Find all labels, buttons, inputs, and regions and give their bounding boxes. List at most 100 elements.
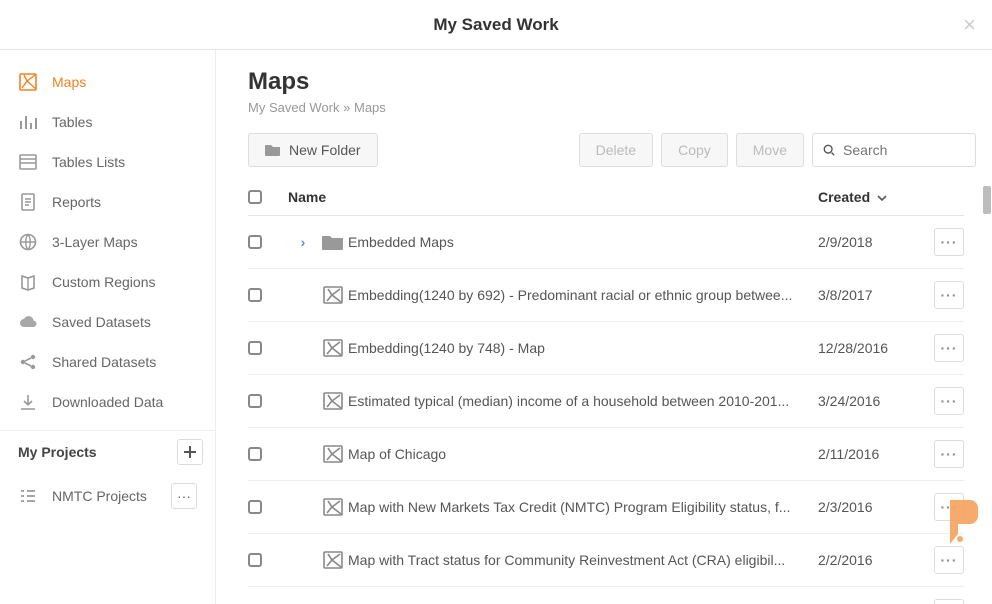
row-more-button[interactable]: ··· [934,387,964,415]
sidebar-item-tables[interactable]: Tables [0,102,215,142]
row-checkbox[interactable] [248,235,262,249]
row-name[interactable]: Embedded Maps [348,234,818,250]
row-created: 2/11/2016 [818,446,924,462]
row-more-button[interactable]: ··· [934,228,964,256]
row-checkbox[interactable] [248,553,262,567]
modal-title: My Saved Work [433,15,558,35]
expand-chevron-icon[interactable]: › [301,234,306,250]
sidebar-item-label: Shared Datasets [52,354,156,370]
sidebar-item-reports[interactable]: Reports [0,182,215,222]
modal-header: My Saved Work × [0,0,992,50]
delete-button[interactable]: Delete [579,133,653,167]
add-project-button[interactable] [177,439,203,465]
sidebar-item-label: Tables [52,114,92,130]
sidebar-item-label: Tables Lists [52,154,125,170]
main-content: Maps My Saved Work » Maps New Folder Del… [216,50,992,604]
row-checkbox[interactable] [248,288,262,302]
breadcrumb: My Saved Work » Maps [248,100,976,115]
table-row: Map with Tract status for Community Rein… [248,534,964,587]
select-all-checkbox[interactable] [248,190,262,204]
table-header: Name Created [248,179,964,216]
row-created: 3/8/2017 [818,287,924,303]
region-icon [18,272,38,292]
search-icon [823,143,835,157]
sidebar: Maps Tables Tables Lists Reports 3-Layer Map… [0,50,216,604]
table-row: Map with New Markets Tax Credit (NMTC) P… [248,481,964,534]
plus-icon [183,445,197,459]
row-checkbox[interactable] [248,394,262,408]
row-more-button[interactable]: ··· [934,493,964,521]
page-title: Maps [248,68,976,96]
table: Name Created ›Embedded Maps2/9/2018···Em… [248,179,976,604]
row-more-button[interactable]: ··· [934,546,964,574]
search-box[interactable] [812,133,976,167]
row-name[interactable]: Map with Tract status for Community Rein… [348,552,818,568]
row-created: 2/2/2016 [818,552,924,568]
row-name[interactable]: Embedding(1240 by 692) - Predominant rac… [348,287,818,303]
sidebar-item-label: Maps [52,74,86,90]
projects-heading-row: My Projects [0,430,215,473]
globe-icon [18,232,38,252]
row-name[interactable]: Embedding(1240 by 748) - Map [348,340,818,356]
row-more-button[interactable]: ··· [934,440,964,468]
map-icon [322,497,344,517]
column-header-created[interactable]: Created [818,189,924,205]
sidebar-item-label: Saved Datasets [52,314,151,330]
row-more-button[interactable]: ··· [934,281,964,309]
sidebar-item-saved-datasets[interactable]: Saved Datasets [0,302,215,342]
folder-icon [322,232,344,252]
sidebar-item-custom-regions[interactable]: Custom Regions [0,262,215,302]
table-row: Map with Predominant racial or ethnic gr… [248,587,964,604]
row-more-button[interactable]: ··· [934,599,964,604]
download-icon [18,392,38,412]
list-icon [18,152,38,172]
table-row: Embedding(1240 by 748) - Map12/28/2016 ··… [248,322,964,375]
bars-icon [18,112,38,132]
close-icon[interactable]: × [963,12,976,38]
row-checkbox[interactable] [248,500,262,514]
table-row: Estimated typical (median) income of a h… [248,375,964,428]
sidebar-item-label: Custom Regions [52,274,156,290]
search-input[interactable] [843,142,965,158]
list-icon [18,486,38,506]
sidebar-item-tables-lists[interactable]: Tables Lists [0,142,215,182]
move-button[interactable]: Move [736,133,804,167]
row-name[interactable]: Map of Chicago [348,446,818,462]
project-label: NMTC Projects [52,488,147,504]
copy-button[interactable]: Copy [661,133,728,167]
project-item[interactable]: NMTC Projects ··· [0,473,215,519]
cloud-icon [18,312,38,332]
table-row: Map of Chicago2/11/2016 ··· [248,428,964,481]
row-created: 3/24/2016 [818,393,924,409]
new-folder-button[interactable]: New Folder [248,133,378,167]
chevron-down-icon [876,192,888,204]
map-icon [322,391,344,411]
project-more-button[interactable]: ··· [171,483,197,509]
row-name[interactable]: Estimated typical (median) income of a h… [348,393,818,409]
breadcrumb-leaf: Maps [354,100,386,115]
folder-icon [265,143,281,157]
doc-icon [18,192,38,212]
sidebar-item-downloaded-data[interactable]: Downloaded Data [0,382,215,422]
row-checkbox[interactable] [248,447,262,461]
sidebar-item-label: Reports [52,194,101,210]
row-more-button[interactable]: ··· [934,334,964,362]
column-header-name[interactable]: Name [288,189,818,205]
map-icon [322,444,344,464]
sidebar-item-shared-datasets[interactable]: Shared Datasets [0,342,215,382]
map-icon [322,285,344,305]
breadcrumb-root[interactable]: My Saved Work [248,100,340,115]
sidebar-item-label: Downloaded Data [52,394,163,410]
row-name[interactable]: Map with New Markets Tax Credit (NMTC) P… [348,499,818,515]
sidebar-item-label: 3-Layer Maps [52,234,138,250]
map-icon [322,550,344,570]
toolbar: New Folder Delete Copy Move [248,133,976,167]
row-created: 2/9/2018 [818,234,924,250]
share-icon [18,352,38,372]
row-created: 12/28/2016 [818,340,924,356]
sidebar-item-3-layer-maps[interactable]: 3-Layer Maps [0,222,215,262]
row-checkbox[interactable] [248,341,262,355]
sidebar-item-maps[interactable]: Maps [0,62,215,102]
table-row: Embedding(1240 by 692) - Predominant rac… [248,269,964,322]
scrollbar-thumb[interactable] [983,186,991,214]
